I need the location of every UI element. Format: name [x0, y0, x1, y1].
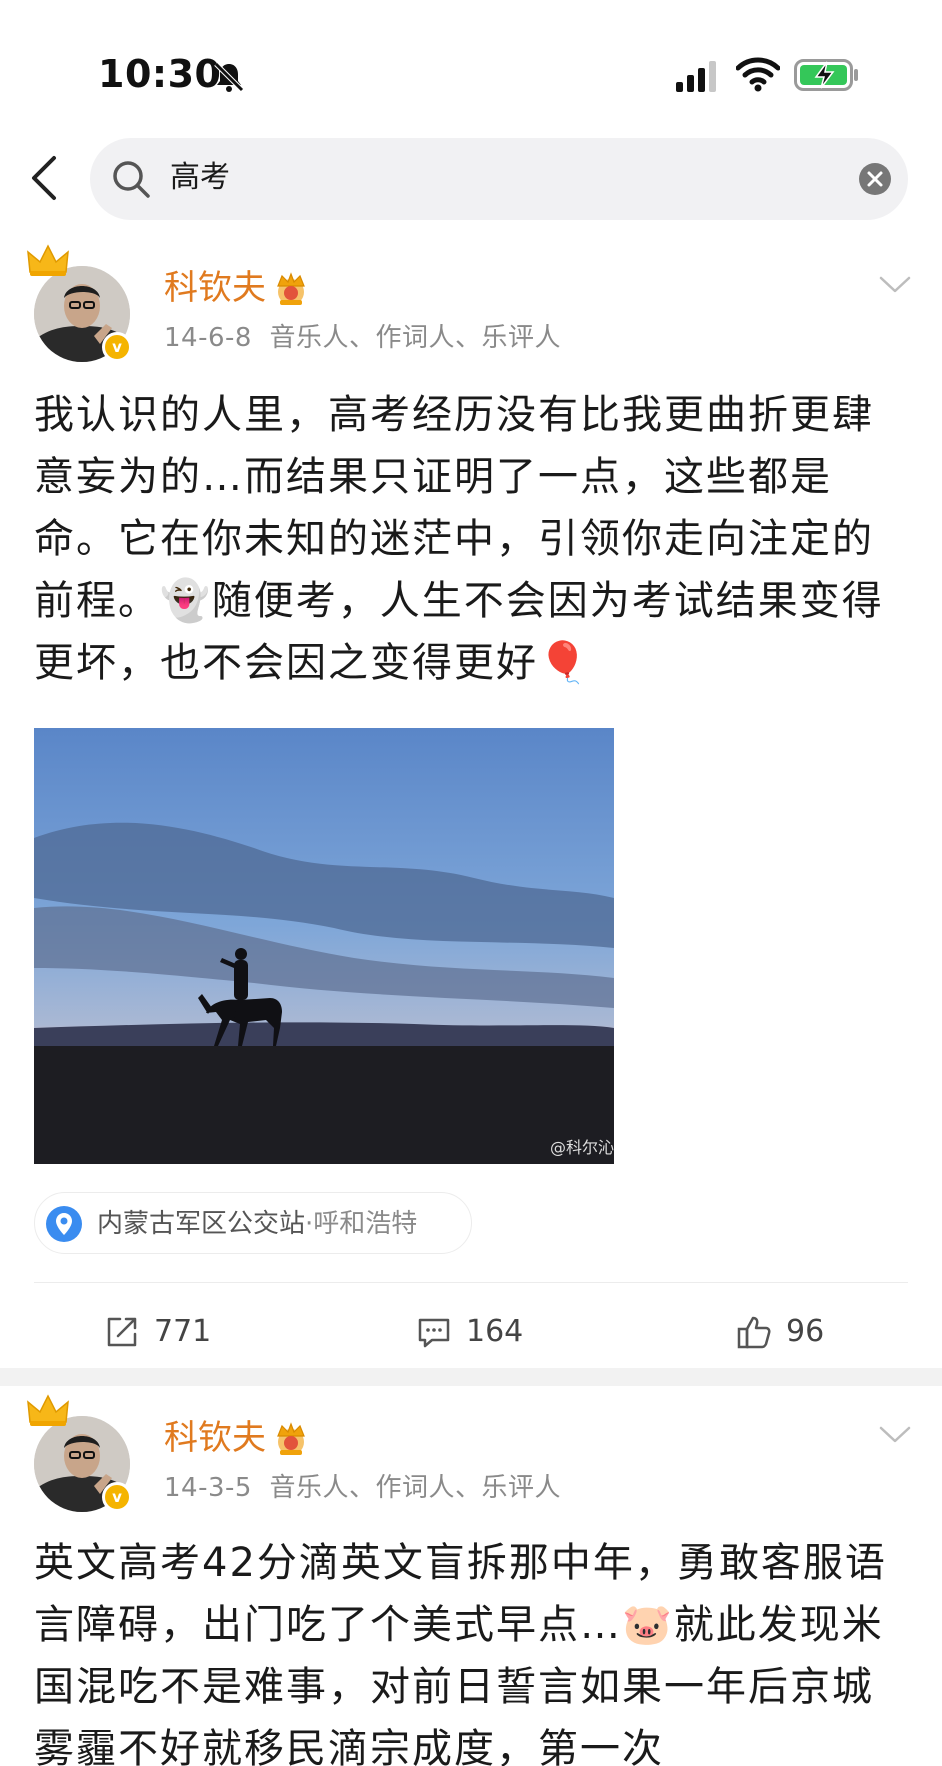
location-label: 内蒙古军区公交站·呼和浩特: [97, 1205, 417, 1243]
post-card[interactable]: v 科钦夫 14-6-8 音乐人、作词人、乐评人 我认识的人里，高考经历没有比我…: [0, 236, 942, 1368]
action-divider: [34, 1282, 908, 1283]
battery-charging-icon: [794, 59, 858, 91]
post-meta: 14-3-5 音乐人、作词人、乐评人: [164, 1470, 561, 1506]
comment-count: 164: [466, 1314, 524, 1349]
vip-crown-icon: [277, 272, 305, 305]
author-tags: 音乐人、作词人、乐评人: [269, 1473, 561, 1503]
repost-count: 771: [154, 1314, 212, 1349]
avatar-container[interactable]: v: [26, 1392, 136, 1512]
location-tag[interactable]: 内蒙古军区公交站·呼和浩特: [34, 1192, 472, 1254]
post-separator: [0, 1368, 942, 1386]
post-image[interactable]: @科尔沁: [34, 728, 614, 1164]
repost-icon: [107, 1317, 137, 1347]
post-date: 14-3-5: [164, 1473, 252, 1503]
search-input[interactable]: 高考: [90, 138, 908, 220]
status-time: 10:30: [98, 52, 222, 96]
avatar-container[interactable]: v: [26, 242, 136, 362]
verified-badge: v: [102, 332, 132, 362]
like-count: 96: [786, 1314, 825, 1349]
chevron-down-icon[interactable]: [878, 1424, 912, 1446]
author-tags: 音乐人、作词人、乐评人: [269, 323, 561, 353]
bell-off-icon: [214, 62, 244, 92]
username[interactable]: 科钦夫: [164, 1416, 266, 1460]
landscape-photo: [34, 728, 614, 1164]
crown-icon: [27, 244, 69, 276]
crown-icon: [27, 1394, 69, 1426]
location-pin-icon: [46, 1206, 82, 1242]
status-bar: 10:30: [0, 0, 942, 120]
location-city: ·呼和浩特: [305, 1209, 418, 1239]
like-icon: [737, 1316, 771, 1349]
image-watermark: @科尔沁: [549, 1138, 614, 1157]
back-icon[interactable]: [26, 154, 60, 202]
chevron-down-icon[interactable]: [878, 274, 912, 296]
post-meta: 14-6-8 音乐人、作词人、乐评人: [164, 320, 561, 356]
post-text[interactable]: 我认识的人里，高考经历没有比我更曲折更肆意妄为的…而结果只证明了一点，这些都是命…: [34, 384, 914, 694]
clear-icon[interactable]: [858, 162, 892, 196]
post-card[interactable]: v 科钦夫 14-3-5 音乐人、作词人、乐评人 英文高考42分滴英文盲拆那中年…: [0, 1386, 942, 1766]
location-place: 内蒙古军区公交站: [97, 1209, 306, 1239]
signal-icon: [676, 61, 716, 92]
username[interactable]: 科钦夫: [164, 266, 266, 310]
wifi-icon: [736, 57, 780, 92]
vip-crown-icon: [277, 1422, 305, 1455]
post-date: 14-6-8: [164, 323, 252, 353]
comment-icon: [418, 1318, 450, 1348]
verified-badge: v: [102, 1482, 132, 1512]
post-text[interactable]: 英文高考42分滴英文盲拆那中年，勇敢客服语言障碍，出门吃了个美式早点…🐷就此发现…: [34, 1532, 914, 1766]
search-icon: [113, 161, 150, 198]
search-query[interactable]: 高考: [170, 156, 230, 200]
